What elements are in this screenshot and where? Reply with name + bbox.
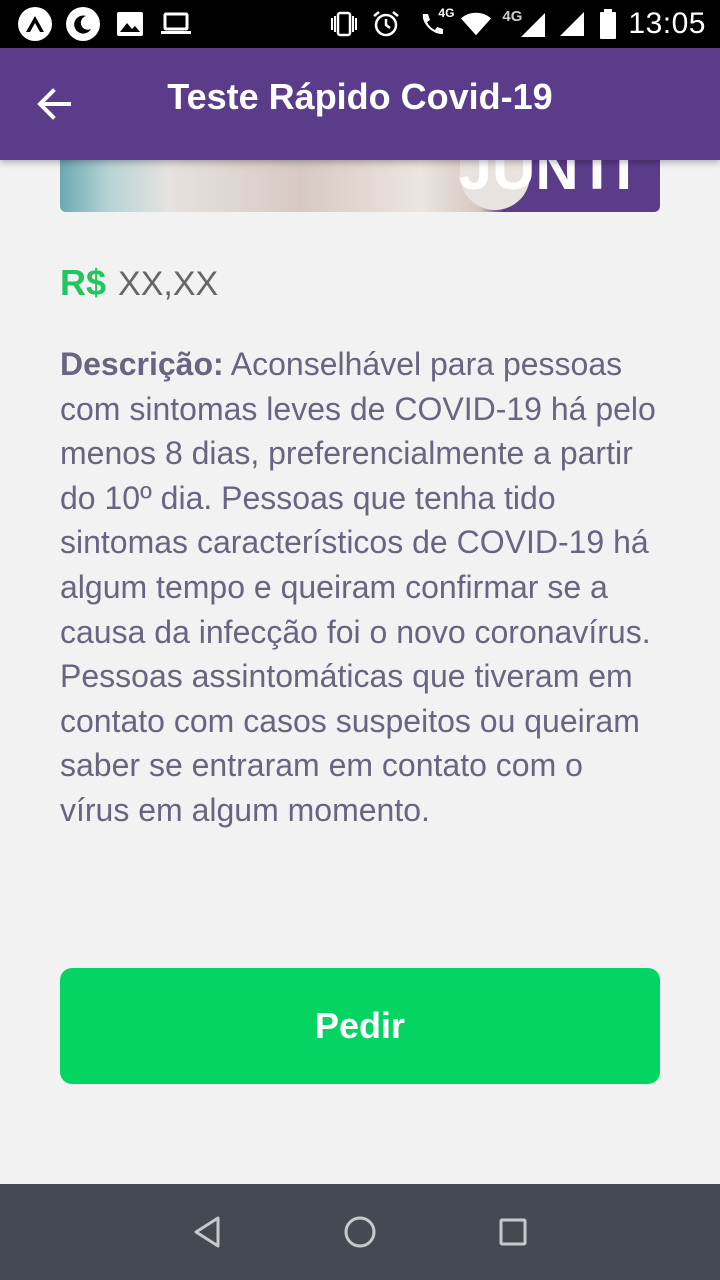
call-network-label: 4G	[438, 6, 455, 20]
recents-square-icon	[499, 1218, 527, 1246]
signal-icon: 4G	[502, 8, 546, 40]
status-time: 13:05	[628, 7, 706, 40]
home-circle-icon	[344, 1216, 376, 1248]
image-icon	[114, 8, 146, 40]
page-title: Teste Rápido Covid-19	[167, 76, 553, 117]
price-value: XX,XX	[118, 265, 219, 303]
price-currency: R$	[60, 262, 107, 303]
product-banner-image: JUNTI	[60, 160, 660, 212]
order-button[interactable]: Pedir	[60, 968, 660, 1084]
back-triangle-icon	[194, 1216, 220, 1248]
banner-text: JUNTI	[458, 160, 632, 202]
status-right-icons: 4G 4G 13:05	[328, 6, 706, 42]
status-bar: 4G 4G 13:05	[0, 0, 720, 48]
signal-icon-2	[556, 8, 588, 40]
nav-home-button[interactable]	[330, 1202, 390, 1262]
alarm-icon	[370, 8, 402, 40]
description-text: Aconselhável para pessoas com sintomas l…	[60, 346, 656, 828]
laptop-icon	[160, 8, 192, 40]
wifi-call-icon: 4G	[412, 6, 454, 40]
navigation-bar	[0, 1184, 720, 1280]
app-bar: Teste Rápido Covid-19	[0, 48, 720, 160]
nav-back-button[interactable]	[177, 1202, 237, 1262]
vibrate-icon	[328, 8, 360, 40]
description-label: Descrição:	[60, 346, 224, 382]
product-price: R$ XX,XX	[60, 262, 218, 304]
status-left-icons	[18, 6, 192, 42]
app-a-icon	[18, 7, 52, 41]
moon-icon	[66, 7, 100, 41]
battery-icon	[598, 8, 618, 40]
nav-recents-button[interactable]	[483, 1202, 543, 1262]
network-label: 4G	[502, 8, 523, 25]
wifi-icon	[460, 8, 492, 40]
product-description: Descrição: Aconselhável para pessoas com…	[60, 342, 660, 833]
